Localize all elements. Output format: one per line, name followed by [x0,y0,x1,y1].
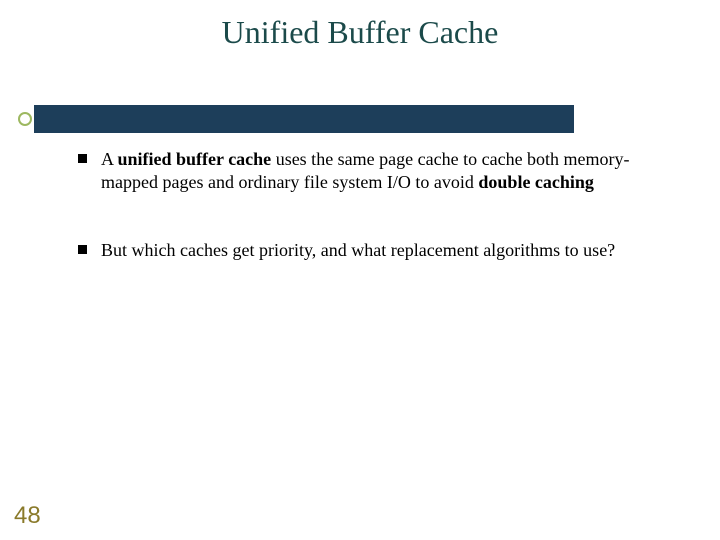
bullet-text: But which caches get priority, and what … [101,239,615,262]
slide: Unified Buffer Cache A unified buffer ca… [0,0,720,540]
page-number: 48 [14,502,41,530]
slide-title: Unified Buffer Cache [0,0,720,51]
text-run: But which caches get priority, and what … [101,240,615,260]
text-run: A [101,149,118,169]
bullet-square-icon [78,154,87,163]
rule-bar [34,105,574,133]
bullet-square-icon [78,245,87,254]
title-rule [18,105,578,133]
bullet-item: But which caches get priority, and what … [78,239,680,262]
content-area: A unified buffer cache uses the same pag… [78,148,680,306]
bullet-item: A unified buffer cache uses the same pag… [78,148,680,195]
bullet-text: A unified buffer cache uses the same pag… [101,148,680,195]
text-bold: unified buffer cache [118,149,272,169]
rule-dot-icon [18,112,32,126]
text-bold: double caching [478,172,594,192]
